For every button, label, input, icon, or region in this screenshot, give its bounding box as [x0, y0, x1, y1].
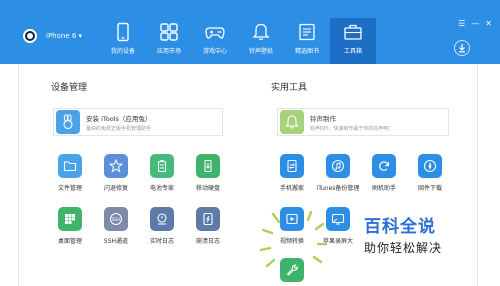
tool-realtime-log[interactable]: 实时日志 — [137, 207, 187, 245]
tool-label: iTunes备份管理 — [316, 185, 360, 192]
tool-video-convert[interactable]: 视频转换 — [267, 207, 317, 245]
featured-card-ringtone-maker[interactable]: 铃声制作 铃声DIY，快速制作属于你的铃声吧！ — [277, 108, 449, 136]
download-button[interactable] — [454, 40, 470, 56]
itools-logo-icon — [18, 26, 42, 46]
tool-crash-fix[interactable]: 闪退修复 — [91, 154, 141, 192]
tool-label: 移动硬盘 — [195, 185, 220, 192]
rabbit-icon — [56, 110, 80, 134]
apps-icon — [160, 23, 178, 41]
gamepad-icon — [205, 27, 225, 39]
main-nav: 我的设备 应用市场 游戏中心 铃声壁纸 精选图书 工具箱 — [100, 18, 376, 64]
card-title: 铃声制作 — [310, 114, 336, 123]
wrench-icon — [280, 258, 304, 282]
log-icon — [150, 207, 174, 231]
crash-log-icon — [196, 207, 220, 231]
tab-label: 工具箱 — [343, 48, 362, 55]
tool-label: 刷机助手 — [371, 185, 396, 192]
tool-label: 崩溃日志 — [195, 238, 220, 245]
tool-label: 闪退修复 — [103, 185, 128, 192]
window-controls: ☰ — ✕ — [458, 20, 492, 28]
phone-icon — [117, 22, 129, 42]
tab-ringtones-wallpapers[interactable]: 铃声壁纸 — [238, 18, 284, 64]
tool-ssh[interactable]: SSH SSH通道 — [91, 207, 141, 245]
tool-firmware-download[interactable]: 固件下载 — [405, 154, 455, 192]
tab-label: 我的设备 — [110, 48, 135, 55]
folder-icon — [58, 154, 82, 178]
tool-label: 固件下载 — [417, 185, 442, 192]
top-bar: iPhone 6 ▾ 我的设备 应用市场 游戏中心 铃声壁纸 精选图书 工具箱 … — [0, 0, 500, 64]
compass-icon — [418, 154, 442, 178]
tool-label: 文件管理 — [57, 185, 82, 192]
tool-label: 苹果录屏大 — [322, 238, 353, 245]
tool-label: SSH通道 — [103, 238, 129, 245]
tool-itunes-backup[interactable]: iTunes备份管理 — [313, 154, 363, 192]
book-icon — [299, 23, 315, 41]
tool-mobile-disk[interactable]: 移动硬盘 — [183, 154, 233, 192]
watermark: 百科全说 助你轻松解决 — [364, 212, 496, 256]
tab-label: 铃声壁纸 — [248, 48, 273, 55]
bell-icon — [280, 110, 304, 134]
tool-label: 电池专家 — [149, 185, 174, 192]
badge-icon — [104, 154, 128, 178]
device-name[interactable]: iPhone 6 ▾ — [46, 32, 82, 40]
tool-screen-record[interactable]: 苹果录屏大 — [313, 207, 363, 245]
toolbox-icon — [344, 24, 362, 40]
tab-my-device[interactable]: 我的设备 — [100, 18, 146, 64]
refresh-icon — [372, 154, 396, 178]
tool-label: 桌面管理 — [57, 238, 82, 245]
card-subtitle: 最快的免费正版手机管理助手 — [86, 125, 152, 132]
usb-icon — [196, 154, 220, 178]
tab-label: 游戏中心 — [202, 48, 227, 55]
tool-phone-transfer[interactable]: 手机搬家 — [267, 154, 317, 192]
tab-label: 应用市场 — [156, 48, 181, 55]
tool-crash-log[interactable]: 崩溃日志 — [183, 207, 233, 245]
minimize-icon[interactable]: — — [471, 20, 479, 28]
tab-label: 精选图书 — [294, 48, 319, 55]
watermark-subtitle: 助你轻松解决 — [364, 241, 443, 255]
card-subtitle: 铃声DIY，快速制作属于你的铃声吧！ — [310, 125, 394, 132]
cast-icon — [326, 207, 350, 231]
featured-card-itools[interactable]: 安装 iTools（应用兔） 最快的免费正版手机管理助手 — [53, 108, 223, 136]
grid-icon — [58, 207, 82, 231]
battery-icon — [150, 154, 174, 178]
tool-battery-expert[interactable]: 电池专家 — [137, 154, 187, 192]
tab-app-market[interactable]: 应用市场 — [146, 18, 192, 64]
tab-game-center[interactable]: 游戏中心 — [192, 18, 238, 64]
tool-file-management[interactable]: 文件管理 — [45, 154, 95, 192]
section-title-utilities: 实用工具 — [271, 83, 308, 93]
video-icon — [280, 207, 304, 231]
music-icon — [326, 154, 350, 178]
ssh-icon: SSH — [104, 207, 128, 231]
device-selector[interactable]: iPhone 6 ▾ — [18, 26, 82, 46]
tool-repair[interactable] — [267, 258, 317, 286]
card-title: 安装 iTools（应用兔） — [86, 114, 152, 123]
tab-toolbox[interactable]: 工具箱 — [330, 18, 376, 64]
tool-label: 手机搬家 — [279, 185, 304, 192]
menu-icon[interactable]: ☰ — [458, 20, 465, 28]
bell-icon — [252, 23, 270, 41]
tool-label: 视频转换 — [279, 238, 304, 245]
close-icon[interactable]: ✕ — [485, 20, 492, 28]
phone-transfer-icon — [280, 154, 304, 178]
section-title-device: 设备管理 — [51, 83, 88, 93]
download-icon — [459, 44, 465, 53]
tool-label: 实时日志 — [149, 238, 174, 245]
watermark-title: 百科全说 — [364, 217, 436, 237]
tool-desktop-management[interactable]: 桌面管理 — [45, 207, 95, 245]
svg-text:SSH: SSH — [111, 217, 120, 223]
tool-flash-assistant[interactable]: 刷机助手 — [359, 154, 409, 192]
tab-books[interactable]: 精选图书 — [284, 18, 330, 64]
